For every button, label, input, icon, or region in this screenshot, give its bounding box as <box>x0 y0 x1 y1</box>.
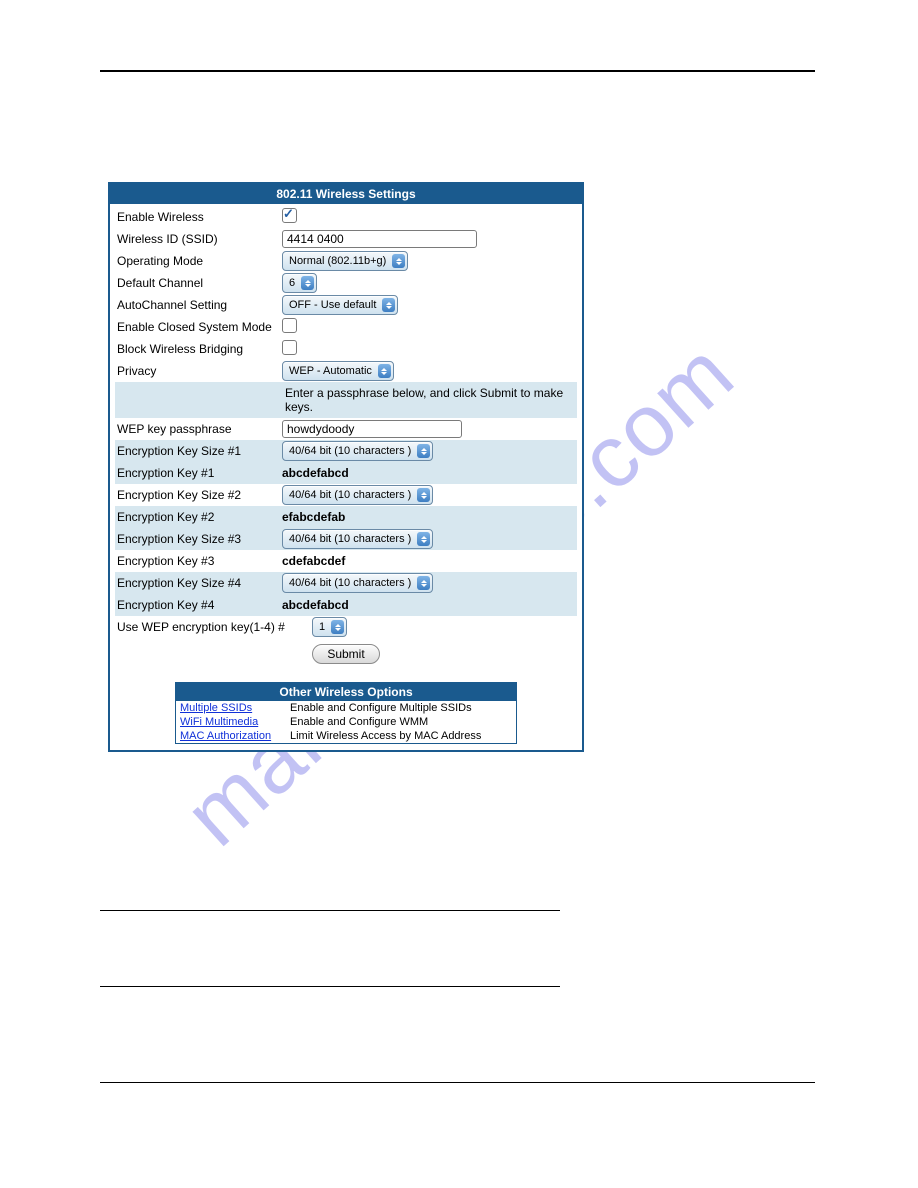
desc-mac-authorization: Limit Wireless Access by MAC Address <box>290 730 512 742</box>
ssid-input[interactable] <box>282 230 477 248</box>
enc-key-3-label: Encryption Key #3 <box>115 554 282 568</box>
privacy-label: Privacy <box>115 364 282 378</box>
panel-title: 802.11 Wireless Settings <box>110 184 582 204</box>
operating-mode-label: Operating Mode <box>115 254 282 268</box>
updown-icon <box>417 444 430 458</box>
enc-key-4-value: abcdefabcd <box>282 598 577 612</box>
privacy-select[interactable]: WEP - Automatic <box>282 361 394 381</box>
ssid-label: Wireless ID (SSID) <box>115 232 282 246</box>
updown-icon <box>301 276 314 290</box>
desc-multiple-ssids: Enable and Configure Multiple SSIDs <box>290 702 512 714</box>
other-title: Other Wireless Options <box>176 683 516 701</box>
enc-size-3-select[interactable]: 40/64 bit (10 characters ) <box>282 529 433 549</box>
updown-icon <box>378 364 391 378</box>
operating-mode-select[interactable]: Normal (802.11b+g) <box>282 251 408 271</box>
default-channel-select[interactable]: 6 <box>282 273 317 293</box>
updown-icon <box>417 488 430 502</box>
enc-size-3-value: 40/64 bit (10 characters ) <box>289 533 411 545</box>
enc-key-1-label: Encryption Key #1 <box>115 466 282 480</box>
use-key-select[interactable]: 1 <box>312 617 347 637</box>
enc-size-2-label: Encryption Key Size #2 <box>115 488 282 502</box>
updown-icon <box>392 254 405 268</box>
enc-size-1-select[interactable]: 40/64 bit (10 characters ) <box>282 441 433 461</box>
updown-icon <box>382 298 395 312</box>
block-bridging-checkbox[interactable] <box>282 340 297 355</box>
enc-size-1-value: 40/64 bit (10 characters ) <box>289 445 411 457</box>
enc-size-4-select[interactable]: 40/64 bit (10 characters ) <box>282 573 433 593</box>
autochannel-select[interactable]: OFF - Use default <box>282 295 398 315</box>
enc-size-2-select[interactable]: 40/64 bit (10 characters ) <box>282 485 433 505</box>
enc-key-3-value: cdefabcdef <box>282 554 577 568</box>
enc-key-1-value: abcdefabcd <box>282 466 577 480</box>
enc-key-2-value: efabcdefab <box>282 510 577 524</box>
link-mac-authorization[interactable]: MAC Authorization <box>180 730 290 742</box>
closed-system-label: Enable Closed System Mode <box>115 320 282 334</box>
enc-size-4-label: Encryption Key Size #4 <box>115 576 282 590</box>
passphrase-input[interactable] <box>282 420 462 438</box>
updown-icon <box>331 620 344 634</box>
passphrase-instruction: Enter a passphrase below, and click Subm… <box>115 382 577 418</box>
enc-size-3-label: Encryption Key Size #3 <box>115 532 282 546</box>
updown-icon <box>417 576 430 590</box>
default-channel-label: Default Channel <box>115 276 282 290</box>
enable-wireless-checkbox[interactable] <box>282 208 297 223</box>
use-key-value: 1 <box>319 621 325 633</box>
enc-size-1-label: Encryption Key Size #1 <box>115 444 282 458</box>
use-key-label: Use WEP encryption key(1-4) # <box>115 620 312 634</box>
default-channel-value: 6 <box>289 277 295 289</box>
link-multiple-ssids[interactable]: Multiple SSIDs <box>180 702 290 714</box>
other-wireless-options: Other Wireless Options Multiple SSIDs En… <box>175 682 517 744</box>
enc-key-4-label: Encryption Key #4 <box>115 598 282 612</box>
enc-size-2-value: 40/64 bit (10 characters ) <box>289 489 411 501</box>
autochannel-label: AutoChannel Setting <box>115 298 282 312</box>
enc-size-4-value: 40/64 bit (10 characters ) <box>289 577 411 589</box>
privacy-value: WEP - Automatic <box>289 365 372 377</box>
block-bridging-label: Block Wireless Bridging <box>115 342 282 356</box>
operating-mode-value: Normal (802.11b+g) <box>289 255 386 267</box>
submit-button[interactable]: Submit <box>312 644 379 664</box>
wireless-settings-panel: 802.11 Wireless Settings Enable Wireless… <box>108 182 584 752</box>
bottom-rule <box>100 1082 815 1083</box>
mid-rule-1 <box>100 910 560 911</box>
enable-wireless-label: Enable Wireless <box>115 210 282 224</box>
top-rule <box>100 70 815 72</box>
updown-icon <box>417 532 430 546</box>
autochannel-value: OFF - Use default <box>289 299 376 311</box>
desc-wifi-multimedia: Enable and Configure WMM <box>290 716 512 728</box>
link-wifi-multimedia[interactable]: WiFi Multimedia <box>180 716 290 728</box>
closed-system-checkbox[interactable] <box>282 318 297 333</box>
enc-key-2-label: Encryption Key #2 <box>115 510 282 524</box>
passphrase-label: WEP key passphrase <box>115 422 282 436</box>
mid-rule-2 <box>100 986 560 987</box>
